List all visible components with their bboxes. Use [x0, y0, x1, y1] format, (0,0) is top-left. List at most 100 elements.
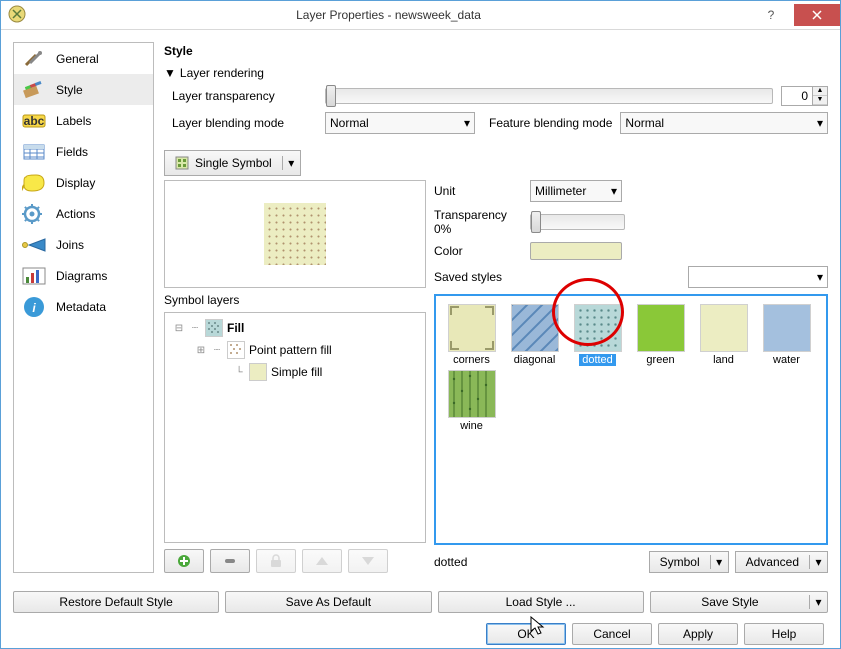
tree-item-point-pattern[interactable]: ⊞ ┈ Point pattern fill — [169, 339, 421, 361]
style-item-green[interactable]: green — [633, 304, 688, 366]
sidebar-label: Metadata — [56, 300, 106, 314]
symbol-type-selector[interactable]: Single Symbol ▾ — [164, 150, 301, 176]
layer-rendering-toggle[interactable]: ▼ Layer rendering — [164, 64, 828, 82]
sidebar-label: Display — [56, 176, 95, 190]
tree-collapse-icon[interactable]: ⊟ — [173, 323, 185, 334]
style-item-water[interactable]: water — [759, 304, 814, 366]
saved-styles-label: Saved styles — [434, 270, 502, 284]
chevron-down-icon[interactable]: ▾ — [809, 595, 827, 609]
unit-combo[interactable]: Millimeter▾ — [530, 180, 622, 202]
remove-layer-button[interactable] — [210, 549, 250, 573]
help-button[interactable]: Help — [744, 623, 824, 645]
saved-styles-combo[interactable]: ▾ — [688, 266, 828, 288]
symbol-menu-button[interactable]: Symbol▾ — [649, 551, 729, 573]
advanced-menu-button[interactable]: Advanced▾ — [735, 551, 828, 573]
selected-style-name: dotted — [434, 555, 643, 569]
window-title: Layer Properties - newsweek_data — [29, 8, 748, 22]
symbol-preview — [164, 180, 426, 288]
blending-combo[interactable]: Normal▾ — [325, 112, 475, 134]
layer-rendering-group: ▼ Layer rendering Layer transparency ▲ ▼ … — [164, 64, 828, 140]
save-style-button[interactable]: Save Style▾ — [650, 591, 828, 613]
move-down-button[interactable] — [348, 549, 388, 573]
sidebar-label: Joins — [56, 238, 84, 252]
chevron-down-icon: ▾ — [611, 184, 617, 198]
chevron-down-icon[interactable]: ▾ — [809, 555, 827, 569]
tree-item-fill[interactable]: ⊟ ┈ Fill — [169, 317, 421, 339]
style-item-dotted[interactable]: dotted — [570, 304, 625, 366]
tree-label: Fill — [227, 321, 244, 335]
style-item-corners[interactable]: corners — [444, 304, 499, 366]
transparency-input[interactable] — [782, 89, 812, 103]
styles-gallery[interactable]: corners diagonal dotted green — [434, 294, 828, 545]
sidebar-label: Diagrams — [56, 269, 107, 283]
sidebar-item-display[interactable]: Display — [14, 167, 153, 198]
sidebar-item-joins[interactable]: Joins — [14, 229, 153, 260]
apply-button[interactable]: Apply — [658, 623, 738, 645]
spin-down[interactable]: ▼ — [813, 96, 827, 105]
style-name: dotted — [579, 354, 616, 366]
save-as-default-button[interactable]: Save As Default — [225, 591, 431, 613]
style-item-wine[interactable]: wine — [444, 370, 499, 432]
sidebar-item-metadata[interactable]: i Metadata — [14, 291, 153, 322]
chevron-down-icon: ▾ — [817, 116, 823, 130]
style-item-land[interactable]: land — [696, 304, 751, 366]
sidebar-label: General — [56, 52, 99, 66]
style-item-diagonal[interactable]: diagonal — [507, 304, 562, 366]
tree-label: Simple fill — [271, 365, 322, 379]
add-layer-button[interactable] — [164, 549, 204, 573]
cancel-button[interactable]: Cancel — [572, 623, 652, 645]
sidebar-item-fields[interactable]: Fields — [14, 136, 153, 167]
sidebar-label: Actions — [56, 207, 95, 221]
transparency-spinbox[interactable]: ▲▼ — [781, 86, 828, 106]
ok-button[interactable]: OK — [486, 623, 566, 645]
app-icon — [7, 4, 29, 26]
transparency-label: Layer transparency — [172, 89, 317, 103]
chevron-down-icon[interactable]: ▾ — [710, 555, 728, 569]
labels-icon: abc — [20, 110, 48, 132]
svg-text:abc: abc — [24, 114, 45, 128]
blending-label: Layer blending mode — [172, 116, 317, 130]
chevron-down-icon[interactable]: ▾ — [282, 156, 300, 170]
diagrams-icon — [20, 265, 48, 287]
tree-expand-icon[interactable]: ⊞ — [195, 345, 207, 356]
group-label: Layer rendering — [180, 66, 264, 80]
category-sidebar: General Style abc Labels Fields Display … — [13, 42, 154, 573]
spin-up[interactable]: ▲ — [813, 87, 827, 96]
color-button[interactable] — [530, 242, 622, 260]
display-icon — [20, 172, 48, 194]
load-style-button[interactable]: Load Style ... — [438, 591, 644, 613]
style-name: green — [646, 354, 674, 366]
sidebar-label: Style — [56, 83, 83, 97]
sidebar-item-actions[interactable]: Actions — [14, 198, 153, 229]
help-titlebar-button[interactable]: ? — [748, 4, 794, 26]
color-label: Color — [434, 244, 524, 258]
symbol-layers-tree[interactable]: ⊟ ┈ Fill ⊞ ┈ Point pattern fill └ — [164, 312, 426, 543]
transparency2-label: Transparency 0% — [434, 208, 524, 236]
chevron-down-icon: ▾ — [464, 116, 470, 130]
sidebar-item-general[interactable]: General — [14, 43, 153, 74]
sidebar-item-labels[interactable]: abc Labels — [14, 105, 153, 136]
style-icon — [20, 79, 48, 101]
lock-layer-button[interactable] — [256, 549, 296, 573]
feature-blending-combo[interactable]: Normal▾ — [620, 112, 828, 134]
tree-label: Point pattern fill — [249, 343, 332, 357]
transparency-slider[interactable] — [325, 88, 773, 104]
close-titlebar-button[interactable] — [794, 4, 840, 26]
move-up-button[interactable] — [302, 549, 342, 573]
style-name: corners — [453, 354, 490, 366]
restore-default-button[interactable]: Restore Default Style — [13, 591, 219, 613]
symbol-transparency-slider[interactable] — [530, 214, 625, 230]
style-name: land — [713, 354, 734, 366]
general-icon — [20, 48, 48, 70]
symbol-layers-label: Symbol layers — [164, 290, 426, 310]
sidebar-item-style[interactable]: Style — [14, 74, 153, 105]
style-name: wine — [460, 420, 483, 432]
tree-item-simple-fill[interactable]: └ Simple fill — [169, 361, 421, 383]
style-panel: Style ▼ Layer rendering Layer transparen… — [164, 42, 828, 573]
symbol-type-label: Single Symbol — [195, 156, 272, 170]
sidebar-label: Labels — [56, 114, 91, 128]
chevron-down-icon: ▾ — [817, 270, 823, 284]
collapse-icon: ▼ — [164, 66, 176, 80]
sidebar-item-diagrams[interactable]: Diagrams — [14, 260, 153, 291]
sidebar-label: Fields — [56, 145, 88, 159]
